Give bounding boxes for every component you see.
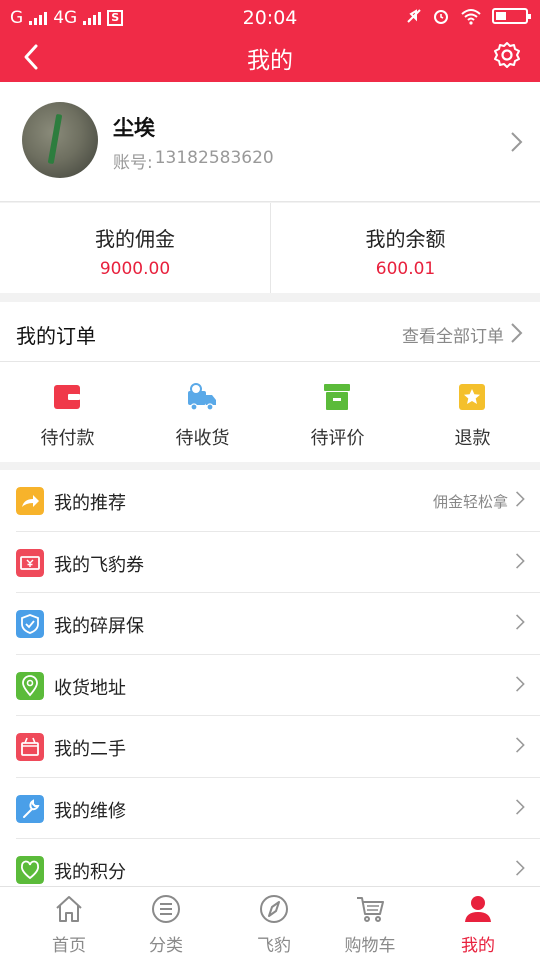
menu-item-recommend[interactable]: 我的推荐 佣金轻松拿 — [0, 470, 540, 532]
order-status-pending-review[interactable]: 待评价 — [270, 362, 405, 462]
menu-item-screen-protection[interactable]: 我的碎屏保 — [0, 593, 540, 655]
avatar-photo-detail — [47, 113, 63, 165]
archive-box-icon — [324, 384, 350, 410]
order-status-label: 待收货 — [175, 428, 230, 449]
profile-card[interactable]: 尘埃 账号: 13182583620 — [0, 82, 540, 202]
balance-value: 600.01 — [375, 259, 436, 279]
commission-cell[interactable]: 我的佣金 9000.00 — [0, 203, 270, 293]
chevron-right-icon — [516, 675, 525, 692]
menu-item-coupons[interactable]: 我的飞豹券 — [0, 532, 540, 593]
chevron-right-icon — [516, 614, 525, 630]
avatar[interactable] — [22, 102, 98, 178]
tab-label: 飞豹 — [257, 936, 291, 956]
orders-title: 我的订单 — [16, 324, 96, 348]
shield-icon — [16, 610, 44, 638]
menu-item-label: 我的积分 — [54, 862, 126, 883]
menu-item-repair[interactable]: 我的维修 — [0, 778, 540, 839]
tab-label: 首页 — [52, 936, 86, 956]
star-badge-icon — [459, 384, 485, 410]
basket-icon — [16, 733, 44, 761]
chevron-right-icon — [516, 552, 525, 569]
tab-feibao[interactable]: 飞豹 — [220, 887, 328, 960]
chevron-right-icon — [516, 798, 525, 815]
tab-label: 我的 — [461, 936, 495, 956]
account-label: 账号: — [113, 153, 153, 173]
order-status-refund[interactable]: 退款 — [405, 362, 540, 462]
balances-row: 我的佣金 9000.00 我的余额 600.01 — [0, 203, 540, 293]
wallet-icon — [54, 385, 80, 409]
orders-section: 我的订单 查看全部订单 待付款 待收货 待评价 退款 — [0, 302, 540, 462]
menu-item-second-hand[interactable]: 我的二手 — [0, 716, 540, 778]
order-status-label: 退款 — [454, 428, 491, 449]
commission-label: 我的佣金 — [95, 227, 175, 251]
tab-label: 购物车 — [344, 936, 396, 956]
profile-account: 账号: 13182583620 — [113, 148, 274, 173]
status-bar: G 4G S 20:04 — [0, 0, 540, 36]
home-icon — [56, 896, 82, 922]
wrench-icon — [16, 794, 44, 823]
wifi-icon — [461, 9, 481, 25]
bottom-nav: 首页 分类 飞豹 购物车 我的 — [0, 886, 540, 960]
chevron-right-icon — [516, 491, 525, 507]
compass-icon — [260, 895, 288, 923]
gear-icon[interactable] — [492, 40, 522, 70]
cart-icon — [357, 897, 384, 922]
menu-item-label: 收货地址 — [54, 677, 126, 699]
chevron-right-icon — [511, 132, 523, 152]
chevron-right-icon — [511, 323, 523, 343]
account-number: 13182583620 — [154, 148, 274, 168]
menu-list: 我的推荐 佣金轻松拿 我的飞豹券 我的碎屏保 收货地址 我的二手 我的维修 我的 — [0, 470, 540, 886]
commission-value: 9000.00 — [99, 259, 171, 279]
heart-icon — [16, 856, 44, 884]
tab-label: 分类 — [149, 936, 183, 956]
tab-mine[interactable]: 我的 — [424, 887, 532, 960]
profile-name: 尘埃 — [113, 116, 155, 140]
menu-item-label: 我的维修 — [54, 800, 126, 822]
list-icon — [152, 895, 180, 923]
menu-item-label: 我的二手 — [54, 739, 126, 760]
delivery-truck-icon — [188, 383, 216, 411]
share-arrow-icon — [16, 487, 44, 515]
user-icon — [465, 896, 491, 922]
chevron-right-icon — [516, 860, 525, 876]
tab-home[interactable]: 首页 — [15, 887, 123, 960]
order-status-pending-payment[interactable]: 待付款 — [0, 362, 135, 462]
menu-item-label: 我的飞豹券 — [54, 554, 144, 576]
menu-item-hint: 佣金轻松拿 — [432, 493, 508, 511]
order-status-pending-receipt[interactable]: 待收货 — [135, 362, 270, 462]
order-status-label: 待评价 — [310, 428, 365, 449]
menu-item-label: 我的碎屏保 — [54, 616, 144, 637]
top-bar: G 4G S 20:04 我的 — [0, 0, 540, 82]
balance-label: 我的余额 — [365, 227, 446, 251]
battery-icon — [492, 8, 531, 24]
header: 我的 — [0, 36, 540, 82]
alarm-icon — [434, 10, 448, 24]
status-right — [406, 7, 531, 25]
chevron-right-icon — [516, 737, 525, 753]
menu-item-label: 我的推荐 — [54, 493, 126, 514]
mute-icon — [407, 9, 421, 23]
coupon-icon — [16, 548, 44, 577]
menu-item-address[interactable]: 收货地址 — [0, 655, 540, 716]
location-pin-icon — [16, 671, 44, 700]
page-title: 我的 — [247, 48, 293, 74]
orders-header[interactable]: 我的订单 查看全部订单 — [0, 302, 540, 362]
tab-categories[interactable]: 分类 — [112, 887, 220, 960]
tab-cart[interactable]: 购物车 — [316, 887, 424, 960]
balance-cell[interactable]: 我的余额 600.01 — [270, 203, 540, 293]
view-all-orders-link[interactable]: 查看全部订单 — [402, 322, 504, 347]
order-status-label: 待付款 — [40, 428, 95, 449]
